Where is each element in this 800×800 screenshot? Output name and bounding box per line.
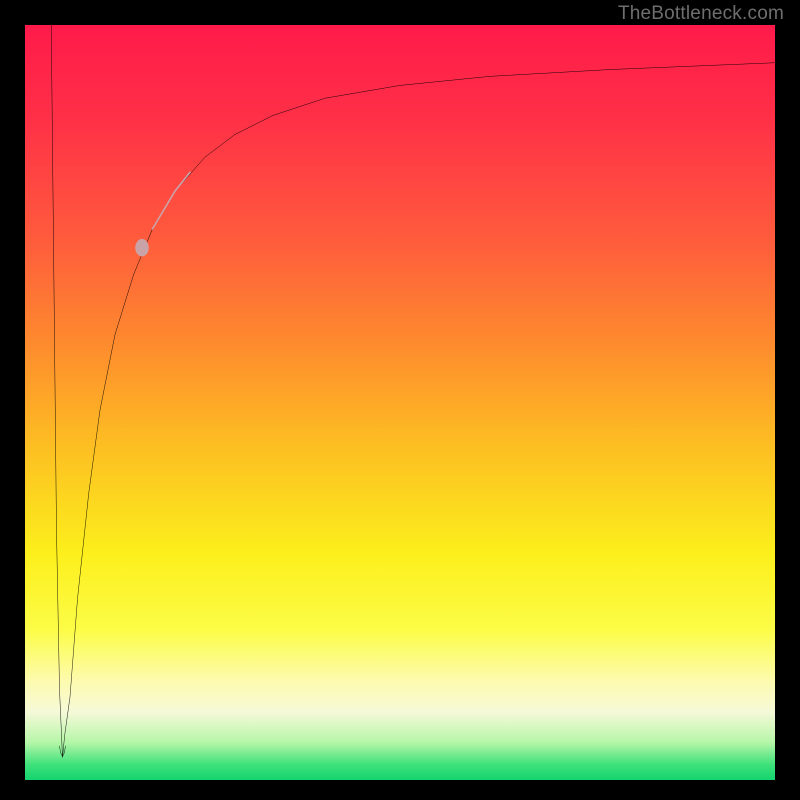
plot-area [25,25,775,780]
attribution-label: TheBottleneck.com [618,3,784,25]
highlight-dot [135,239,149,256]
curve-layer [25,25,775,780]
bottleneck-curve [51,25,775,757]
chart-stage: TheBottleneck.com [0,0,800,800]
